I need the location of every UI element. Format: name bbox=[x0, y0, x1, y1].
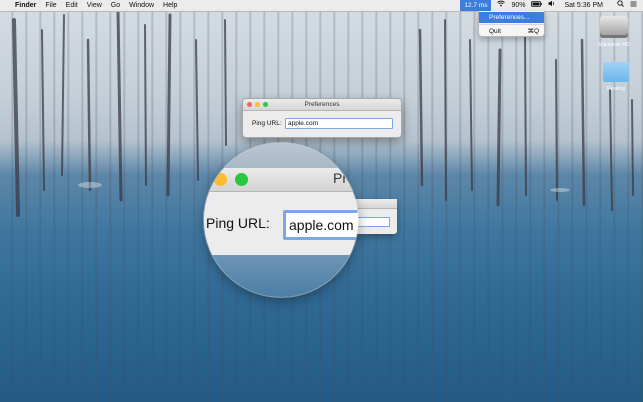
menu-item-label: Preferences... bbox=[489, 14, 530, 21]
menu-window[interactable]: Window bbox=[129, 0, 154, 11]
battery-icon[interactable] bbox=[531, 0, 543, 11]
menu-item-shortcut: ⌘Q bbox=[527, 28, 539, 35]
ping-url-label: Ping URL: bbox=[252, 120, 282, 127]
menu-file[interactable]: File bbox=[45, 0, 56, 11]
volume-icon[interactable] bbox=[548, 0, 556, 11]
magnifier-lens: Pr Ping URL: apple.com bbox=[204, 143, 358, 297]
ping-status-menu: Preferences... Quit ⌘Q bbox=[478, 11, 545, 37]
menu-help[interactable]: Help bbox=[163, 0, 177, 11]
menu-item-quit[interactable]: Quit ⌘Q bbox=[479, 26, 544, 37]
magnified-ping-url-input: apple.com bbox=[283, 210, 358, 240]
menu-item-label: Quit bbox=[489, 28, 501, 35]
ping-url-input[interactable]: apple.com bbox=[285, 118, 393, 129]
menu-go[interactable]: Go bbox=[111, 0, 120, 11]
magnified-window-title: Pr bbox=[333, 170, 347, 186]
notification-list-icon[interactable] bbox=[630, 0, 637, 11]
menu-view[interactable]: View bbox=[87, 0, 102, 11]
menu-item-preferences[interactable]: Preferences... bbox=[479, 12, 544, 23]
menu-finder[interactable]: Finder bbox=[15, 0, 36, 11]
folder-icon[interactable] bbox=[603, 62, 629, 82]
search-icon[interactable] bbox=[617, 0, 624, 11]
menu-clock[interactable]: Sat 5:36 PM bbox=[564, 0, 603, 11]
battery-percent[interactable]: 90% bbox=[511, 0, 525, 11]
window-title: Preferences bbox=[304, 101, 340, 108]
menu-edit[interactable]: Edit bbox=[66, 0, 78, 11]
magnified-minimize-button bbox=[214, 173, 227, 186]
wifi-icon[interactable] bbox=[497, 0, 506, 11]
ping-status-item[interactable]: 12.7 ms bbox=[460, 0, 492, 11]
window-titlebar[interactable]: Preferences bbox=[243, 99, 401, 111]
magnified-wallpaper-bottom bbox=[204, 255, 358, 297]
menu-separator bbox=[479, 24, 544, 25]
folder-label: Desktop bbox=[606, 86, 626, 92]
hard-drive-label: Macintosh HD bbox=[598, 42, 630, 48]
preferences-window: Preferences Ping URL: apple.com bbox=[242, 98, 402, 138]
magnified-zoom-button bbox=[235, 173, 248, 186]
hard-drive-icon[interactable] bbox=[600, 16, 628, 38]
magnified-wallpaper bbox=[204, 143, 358, 168]
menu-bar: Finder File Edit View Go Window Help 12.… bbox=[0, 0, 643, 12]
magnified-ping-url-label: Ping URL: bbox=[206, 215, 270, 231]
